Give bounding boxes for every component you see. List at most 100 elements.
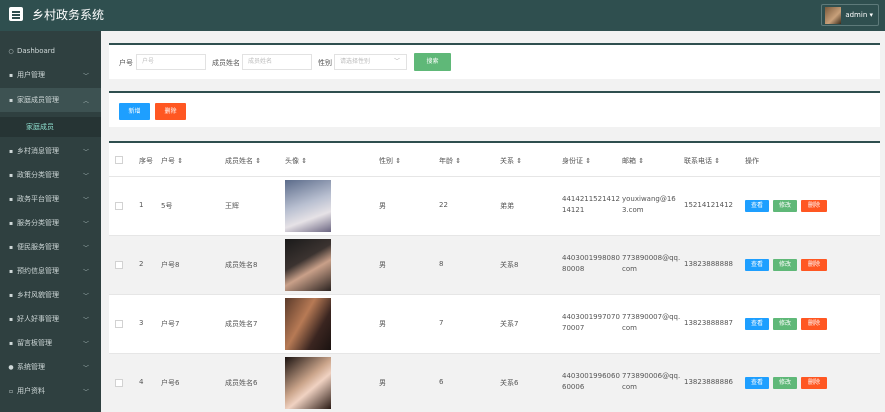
sidebar-item-label: 系统管理 [17,363,45,371]
cell-name: 王辉 [225,202,239,210]
cell-relation: 弟弟 [500,202,514,210]
column-photo[interactable]: 头像 ⇕ [285,156,307,166]
id-card-line-2: 14121 [562,206,585,214]
cell-household: 户号7 [161,320,180,328]
sidebar-item-news[interactable]: ▪ 乡村消息管理 ﹀ [0,139,101,163]
row-checkbox[interactable] [115,320,123,328]
column-email[interactable]: 邮箱 ⇕ [622,156,644,166]
grid-icon: ▪ [8,315,14,323]
delete-button[interactable]: 删除 [155,103,186,120]
email-line-2: 3.com [622,206,644,214]
action-panel: 新增 删除 [109,91,880,127]
menu-icon[interactable] [9,7,23,21]
edit-button[interactable]: 修改 [773,318,797,330]
grid-icon: ▪ [8,291,14,299]
row-checkbox[interactable] [115,379,123,387]
search-button[interactable]: 搜索 [414,53,451,71]
sidebar-item-profile[interactable]: ▫ 用户资料 ﹀ [0,379,101,403]
sidebar-item-system[interactable]: ● 系统管理 ﹀ [0,355,101,379]
sidebar-item-family[interactable]: ▪ 家庭成员管理 ︿ [0,88,101,112]
chevron-down-icon: ﹀ [82,196,89,204]
sidebar-item-label: 家庭成员管理 [17,96,59,104]
gender-label: 性别 [318,59,332,67]
sidebar-item-policy[interactable]: ▪ 政策分类管理 ﹀ [0,163,101,187]
gender-select[interactable]: 请选择性别 ﹀ [334,54,407,70]
column-age[interactable]: 年龄 ⇕ [439,156,461,166]
person-icon: ▪ [8,243,14,251]
cell-id-card: 4403001997070 70007 [562,312,620,334]
sidebar-item-label: Dashboard [17,47,55,55]
row-checkbox[interactable] [115,202,123,210]
sidebar-item-label: 好人好事管理 [17,315,59,323]
profile-icon: ▫ [8,387,14,395]
sidebar-item-label: 用户资料 [17,387,45,395]
cell-phone: 13823888887 [684,319,733,327]
chevron-down-icon: ﹀ [82,148,89,156]
members-table: 序号 户号 ⇕ 成员姓名 ⇕ 头像 ⇕ 性别 ⇕ 年龄 ⇕ 关系 ⇕ 身份证 ⇕… [109,141,880,412]
delete-row-button[interactable]: 删除 [801,200,827,212]
top-bar: 乡村政务系统 admin ▾ [0,0,885,31]
column-relation[interactable]: 关系 ⇕ [500,156,522,166]
edit-button[interactable]: 修改 [773,200,797,212]
id-card-line-1: 4414211521412 [562,195,620,203]
sidebar-item-label: 乡村风貌管理 [17,291,59,299]
chevron-down-icon: ﹀ [82,244,89,252]
delete-row-button[interactable]: 删除 [801,377,827,389]
cell-id-card: 4403001998080 80008 [562,253,620,275]
grid-icon: ▪ [8,339,14,347]
sidebar-item-users[interactable]: ▪ 用户管理 ﹀ [0,63,101,87]
cell-age: 8 [439,260,444,268]
cell-id-card: 4403001996060 60006 [562,371,620,393]
view-button[interactable]: 查看 [745,259,769,271]
sidebar-item-booking[interactable]: ▪ 预约信息管理 ﹀ [0,259,101,283]
sidebar-item-dashboard[interactable]: ○ Dashboard [0,39,101,63]
view-button[interactable]: 查看 [745,318,769,330]
cell-name: 成员姓名8 [225,261,258,269]
delete-row-button[interactable]: 删除 [801,318,827,330]
column-household[interactable]: 户号 ⇕ [161,156,183,166]
add-button[interactable]: 新增 [119,103,150,120]
sidebar: ○ Dashboard ▪ 用户管理 ﹀ ▪ 家庭成员管理 ︿ 家庭成员 ▪ 乡村消息管理 ﹀… [0,31,101,412]
cell-index: 4 [139,378,144,386]
chevron-down-icon: ﹀ [82,268,89,276]
cell-gender: 男 [379,261,386,269]
delete-row-button[interactable]: 删除 [801,259,827,271]
search-panel: 户号 户号 成员姓名 成员姓名 性别 请选择性别 ﹀ 搜索 [109,43,880,79]
user-menu[interactable]: admin ▾ [821,4,879,26]
cell-email: 773890006@qq. com [622,371,680,393]
edit-button[interactable]: 修改 [773,377,797,389]
view-button[interactable]: 查看 [745,377,769,389]
dashboard-icon: ○ [8,47,14,55]
table-row: 1 5号 王辉 男 22 弟弟 4414211521412 14121 youxi… [109,176,880,235]
sidebar-item-label: 乡村消息管理 [17,147,59,155]
sidebar-item-scenery[interactable]: ▪ 乡村风貌管理 ﹀ [0,283,101,307]
sidebar-item-service-category[interactable]: ▪ 服务分类管理 ﹀ [0,211,101,235]
select-all-checkbox[interactable] [115,156,123,164]
sidebar-item-good-deeds[interactable]: ▪ 好人好事管理 ﹀ [0,307,101,331]
edit-button[interactable]: 修改 [773,259,797,271]
sidebar-item-platform[interactable]: ▪ 政务平台管理 ﹀ [0,187,101,211]
column-name[interactable]: 成员姓名 ⇕ [225,156,261,166]
member-name-input[interactable]: 成员姓名 [242,54,312,70]
row-checkbox[interactable] [115,261,123,269]
cell-phone: 13823888888 [684,260,733,268]
view-button[interactable]: 查看 [745,200,769,212]
chevron-down-icon: ﹀ [393,58,400,65]
chevron-up-icon: ︿ [82,97,89,105]
sidebar-item-messages[interactable]: ▪ 留言板管理 ﹀ [0,331,101,355]
flag-icon: ▪ [8,147,14,155]
column-gender[interactable]: 性别 ⇕ [379,156,401,166]
column-phone[interactable]: 联系电话 ⇕ [684,156,720,166]
column-id-card[interactable]: 身份证 ⇕ [562,156,591,166]
member-name-label: 成员姓名 [212,59,240,67]
sidebar-subitem-family-members[interactable]: 家庭成员 [0,117,101,137]
cell-email: 773890008@qq. com [622,253,680,275]
table-row: 2 户号8 成员姓名8 男 8 关系8 4403001998080 80008 7… [109,235,880,294]
id-card-line-2: 70007 [562,324,585,332]
cell-email: youxiwang@16 3.com [622,194,676,216]
sidebar-item-convenience[interactable]: ▪ 便民服务管理 ﹀ [0,235,101,259]
member-photo [285,357,331,409]
email-line-2: com [622,383,637,391]
household-input[interactable]: 户号 [136,54,206,70]
cell-email: 773890007@qq. com [622,312,680,334]
